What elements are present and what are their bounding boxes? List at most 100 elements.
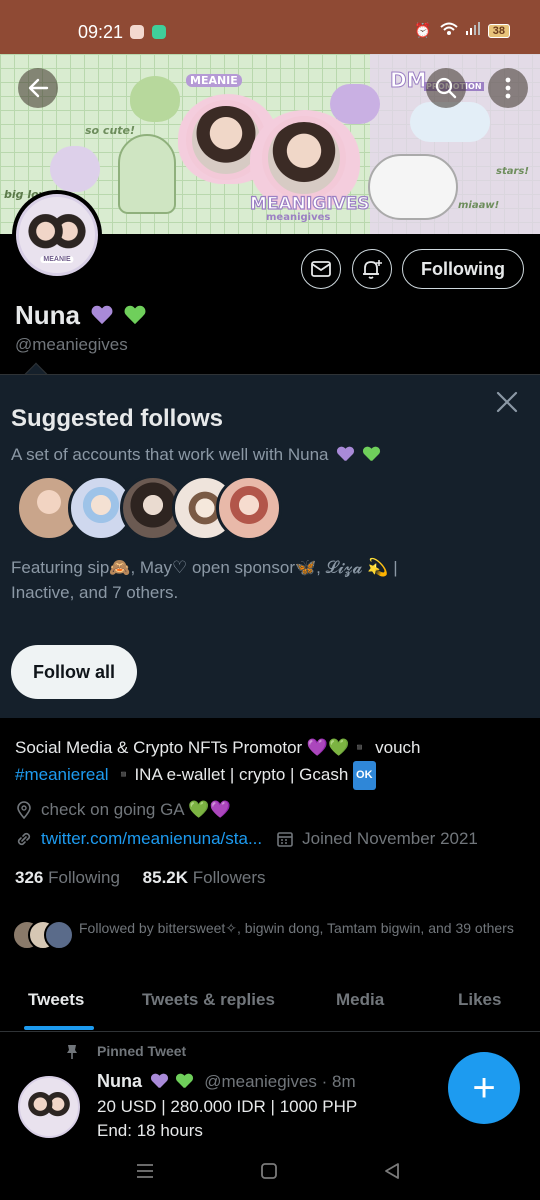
banner-heart-decoration xyxy=(130,76,180,122)
active-tab-indicator xyxy=(24,1026,94,1030)
pin-icon xyxy=(67,1045,77,1059)
location-text: check on going GA 💚💜 xyxy=(41,800,231,819)
tweet-text-line-2: End: 18 hours xyxy=(97,1121,203,1140)
status-time: 09:21 xyxy=(78,22,124,42)
followers-count-link[interactable]: 85.2K Followers xyxy=(143,868,266,887)
bio-hashtag-link[interactable]: #meaniereal xyxy=(15,765,109,784)
avatar-image: MEANIE xyxy=(16,194,98,276)
followers-label: Followers xyxy=(192,868,266,887)
arrow-left-icon xyxy=(28,78,49,98)
tweet-avatar[interactable] xyxy=(18,1076,80,1138)
tweet-handle-time: @meaniegives · 8m xyxy=(204,1072,356,1091)
followed-by-text: Followed by bittersweet✧, bigwin dong, T… xyxy=(79,920,514,936)
banner-cloud-decoration xyxy=(410,102,490,142)
close-suggested-button[interactable] xyxy=(496,387,518,421)
wifi-icon xyxy=(440,22,458,39)
green-heart-icon xyxy=(176,1074,193,1089)
alarm-icon: ⏰ xyxy=(414,22,432,38)
chat-notification-icon xyxy=(130,25,144,39)
followed-by-avatars xyxy=(12,920,76,950)
banner-dog-decoration xyxy=(330,84,380,124)
link-icon xyxy=(17,832,31,846)
green-heart-icon xyxy=(124,306,146,326)
message-button[interactable] xyxy=(301,249,341,289)
followers-count: 85.2K xyxy=(142,868,189,887)
banner-text: so cute! xyxy=(85,124,136,137)
tweet-text-line-1: 20 USD | 280.000 IDR | 1000 PHP xyxy=(97,1097,358,1116)
follow-stats: 326 Following 85.2K Followers xyxy=(15,868,266,888)
home-icon[interactable] xyxy=(261,1162,277,1185)
menu-icon[interactable] xyxy=(136,1162,154,1185)
banner-photo-2 xyxy=(262,116,346,200)
joined-date: Joined November 2021 xyxy=(302,829,478,848)
green-heart-icon xyxy=(363,447,380,462)
banner-cat-decoration xyxy=(368,154,458,220)
pinned-label: Pinned Tweet xyxy=(97,1043,187,1059)
tab-media[interactable]: Media xyxy=(336,990,384,1010)
plus-icon: + xyxy=(472,1065,496,1110)
avatar-tag: MEANIE xyxy=(40,256,74,263)
suggested-avatar[interactable] xyxy=(216,475,282,541)
status-icons: ⏰ 38 xyxy=(414,22,510,39)
battery-icon: 38 xyxy=(487,23,510,38)
profile-bio: Social Media & Crypto NFTs Promotor 💜💚▪️… xyxy=(15,734,525,790)
purple-heart-icon xyxy=(337,447,354,462)
search-icon xyxy=(435,77,457,99)
back-button[interactable] xyxy=(18,68,58,108)
notifications-button[interactable] xyxy=(352,249,392,289)
calendar-icon xyxy=(277,832,293,847)
suggested-title: Suggested follows xyxy=(11,405,224,432)
suggested-subtitle: A set of accounts that work well with Nu… xyxy=(11,445,380,465)
suggested-featuring: Featuring sip🙈, May♡ open sponsor🦋, 𝓛𝓲𝔃𝓪… xyxy=(11,558,398,602)
bio-line-1: Social Media & Crypto NFTs Promotor 💜💚▪️… xyxy=(15,738,421,757)
more-options-button[interactable] xyxy=(488,68,528,108)
suggested-avatars[interactable] xyxy=(16,475,316,545)
ok-badge: OK xyxy=(353,761,376,790)
tab-likes[interactable]: Likes xyxy=(458,990,501,1010)
close-icon xyxy=(496,391,518,413)
bell-plus-icon xyxy=(363,260,382,279)
system-navigation-bar xyxy=(0,1148,540,1200)
banner-text: miaaw! xyxy=(458,200,500,211)
banner-text: meanigives xyxy=(266,212,331,223)
profile-website-link[interactable]: twitter.com/meanienuna/sta... xyxy=(41,829,262,849)
more-vertical-icon xyxy=(505,77,511,99)
follow-all-button[interactable]: Follow all xyxy=(11,645,137,699)
profile-handle: @meaniegives xyxy=(15,335,128,354)
tab-tweets-and-replies[interactable]: Tweets & replies xyxy=(142,990,275,1010)
suggested-subtitle-text: A set of accounts that work well with Nu… xyxy=(11,445,329,464)
location-pin-icon xyxy=(17,801,31,819)
following-count-link[interactable]: 326 Following xyxy=(15,868,120,887)
app-notification-icon xyxy=(152,25,166,39)
banner-cloud-decoration xyxy=(118,134,176,214)
bio-line-2: #meaniereal ▪️INA e-wallet | crypto | Gc… xyxy=(15,761,525,790)
compose-tweet-button[interactable]: + xyxy=(448,1052,520,1124)
signal-icon xyxy=(465,22,480,39)
banner-text: MEANIE xyxy=(186,74,242,87)
banner-text: stars! xyxy=(496,166,529,177)
banner-text: MEANIGIVES xyxy=(249,193,370,214)
profile-name-text: Nuna xyxy=(15,300,80,330)
profile-name: Nuna xyxy=(15,300,146,331)
tweet-header: Nuna @meaniegives · 8m xyxy=(97,1071,356,1092)
following-label: Following xyxy=(48,868,120,887)
purple-heart-icon xyxy=(151,1074,168,1089)
link-date-row: twitter.com/meanienuna/sta... Joined Nov… xyxy=(15,829,478,849)
location-row: check on going GA 💚💜 xyxy=(15,800,231,820)
follower-avatar xyxy=(44,920,74,950)
envelope-icon xyxy=(311,261,331,277)
tab-tweets[interactable]: Tweets xyxy=(28,990,84,1010)
profile-tabs: Tweets Tweets & replies Media Likes xyxy=(0,976,540,1032)
suggested-follows-panel: Suggested follows A set of accounts that… xyxy=(0,374,540,718)
banner-cat-decoration xyxy=(50,146,100,192)
following-button[interactable]: Following xyxy=(402,249,524,289)
bio-line-2-text: ▪️INA e-wallet | crypto | Gcash xyxy=(108,765,354,784)
status-bar: 09:21 ⏰ 38 xyxy=(0,0,540,54)
banner-text: DM xyxy=(390,68,428,93)
tweet-author-name[interactable]: Nuna xyxy=(97,1071,142,1091)
profile-avatar[interactable]: MEANIE xyxy=(12,190,102,280)
back-icon[interactable] xyxy=(384,1162,400,1186)
search-button[interactable] xyxy=(426,68,466,108)
following-count: 326 xyxy=(15,868,44,887)
purple-heart-icon xyxy=(91,306,113,326)
